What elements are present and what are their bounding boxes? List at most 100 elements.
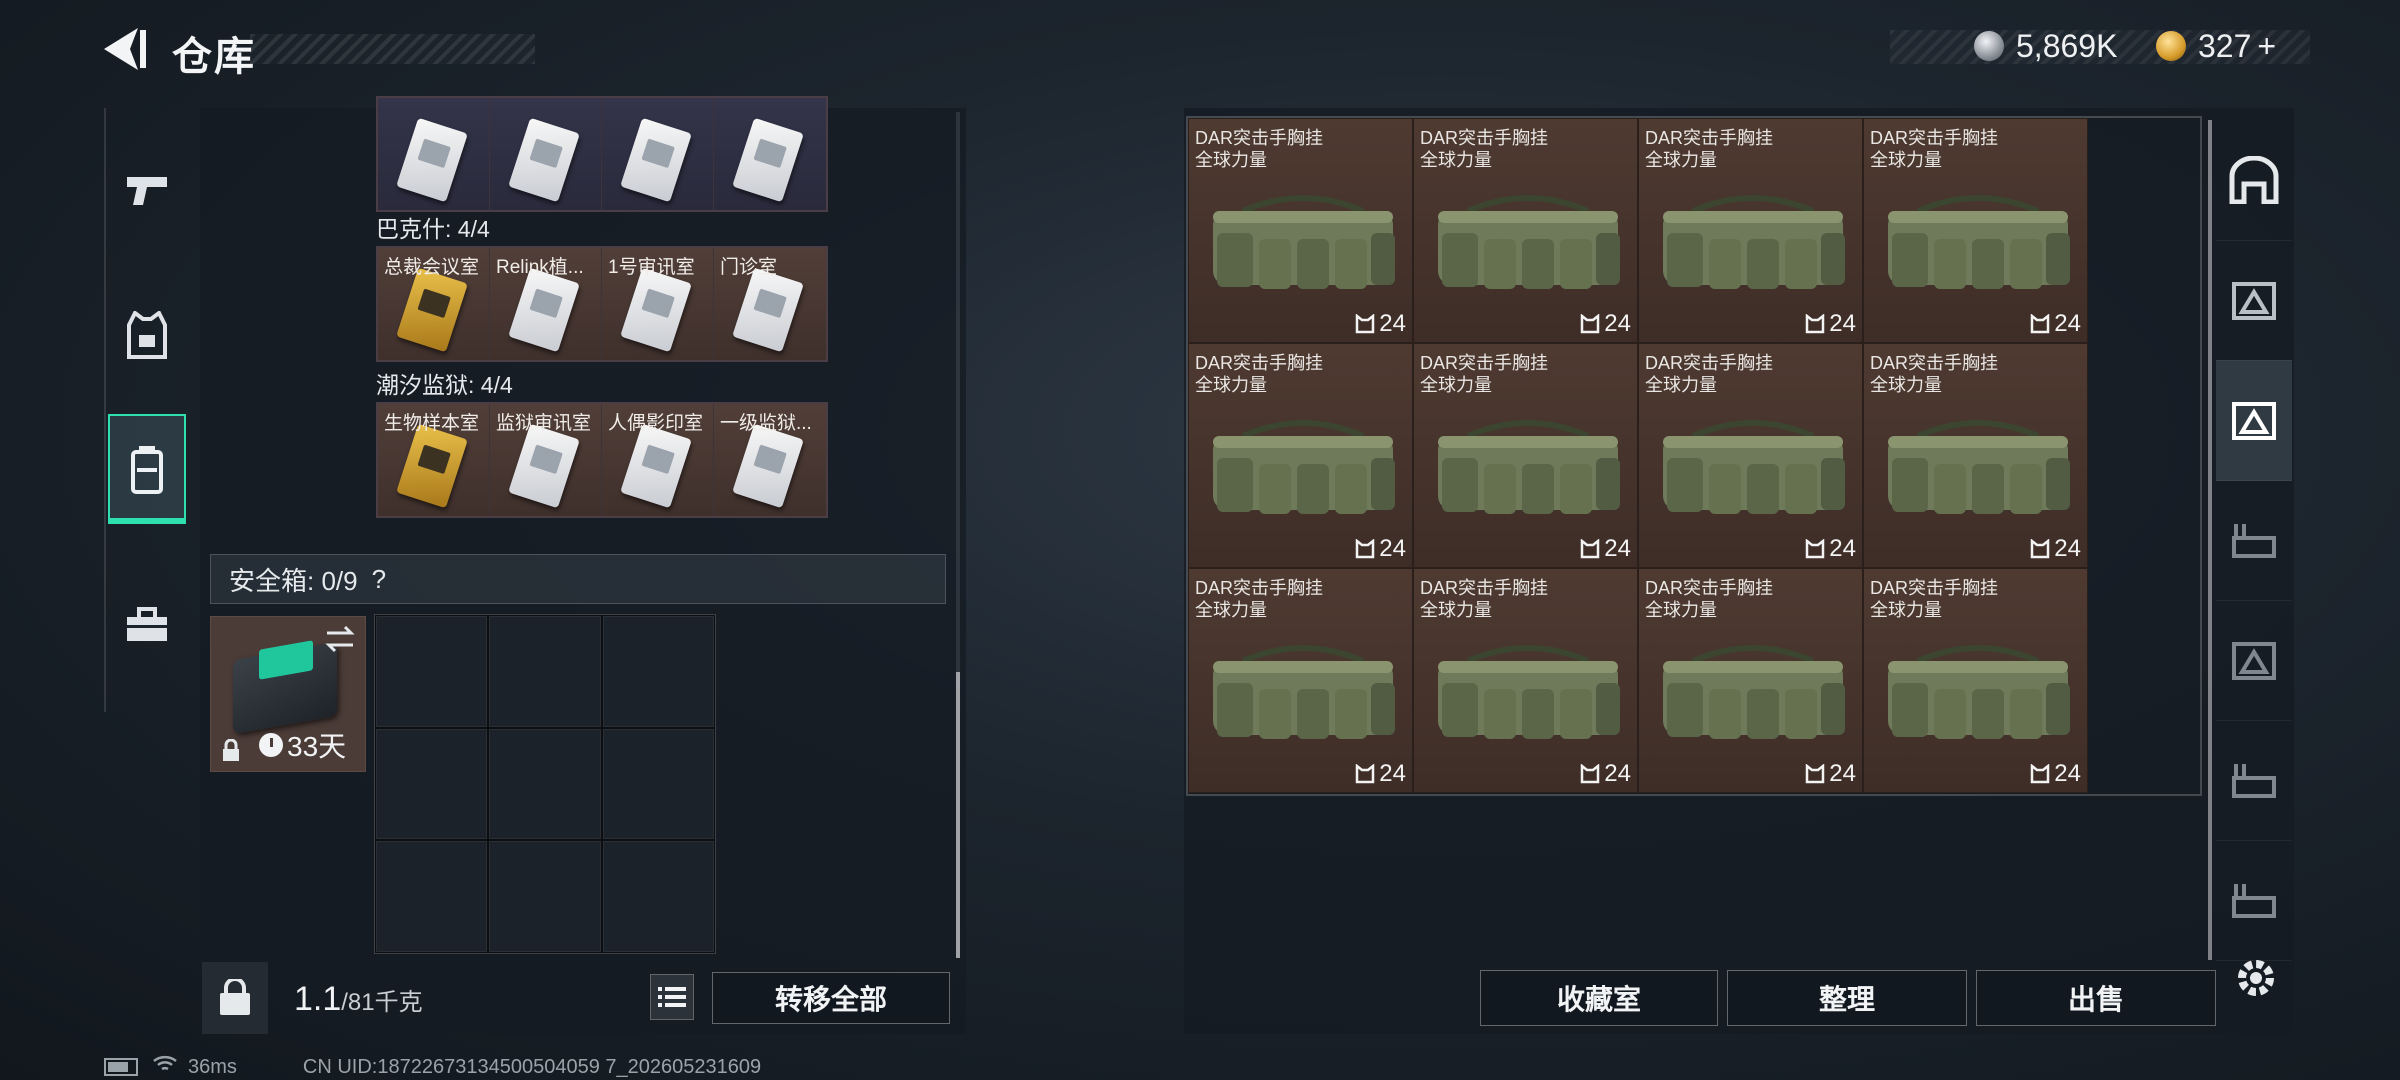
stash-item[interactable]: DAR突击手胸挂 全球力量 24 <box>1863 343 2088 568</box>
list-view-button[interactable] <box>650 974 694 1020</box>
kg-lock-icon <box>220 979 250 1015</box>
item-count: 24 <box>2054 310 2081 337</box>
key-slot[interactable]: 1号审讯室 <box>602 248 714 360</box>
side-tab-0[interactable] <box>2216 120 2292 241</box>
safe-slot[interactable] <box>601 840 715 953</box>
item-name-line2: 全球力量 <box>1645 600 1717 620</box>
item-count: 24 <box>1379 760 1406 787</box>
stash-item[interactable]: DAR突击手胸挂 全球力量 24 <box>1188 118 1413 343</box>
keycard-icon <box>396 423 468 509</box>
safe-slot[interactable] <box>488 840 602 953</box>
side-tab-5[interactable] <box>2216 720 2292 841</box>
organize-button[interactable]: 整理 <box>1727 970 1967 1026</box>
stash-item[interactable]: DAR突击手胸挂 全球力量 24 <box>1188 343 1413 568</box>
weight-lock-button[interactable] <box>202 962 268 1034</box>
safe-box-header: 安全箱: 0/9 ? <box>210 554 946 604</box>
safe-slot[interactable] <box>601 727 715 841</box>
safe-timer: 33天 <box>259 725 346 765</box>
item-count: 24 <box>1604 310 1631 337</box>
stash-item[interactable]: DAR突击手胸挂 全球力量 24 <box>1638 568 1863 793</box>
help-button[interactable]: ? <box>372 564 386 595</box>
key-row-2: 生物样本室 监狱审讯室 人偶影印室 一级监狱... <box>376 402 828 518</box>
item-name-line1: DAR突击手胸挂 <box>1645 353 1774 373</box>
stash-grid: DAR突击手胸挂 全球力量 24 DAR突击手胸挂 全球力量 24 DAR突击手胸挂 全球力量… <box>1188 118 2088 793</box>
collection-room-button[interactable]: 收藏室 <box>1480 970 1718 1026</box>
side-tab-2[interactable] <box>2216 360 2292 481</box>
sell-button[interactable]: 出售 <box>1976 970 2216 1026</box>
key-slot-label: 一级监狱... <box>720 413 812 434</box>
safe-box-item[interactable]: 33天 <box>210 616 366 772</box>
wifi-icon <box>152 1054 178 1080</box>
item-name: DAR突击手胸挂 全球力量 <box>1645 352 1773 396</box>
armor-durability-icon <box>2031 539 2050 559</box>
safe-slot[interactable] <box>601 615 715 728</box>
side-tab-3[interactable] <box>2216 480 2292 601</box>
stash-item[interactable]: DAR突击手胸挂 全球力量 24 <box>1413 568 1638 793</box>
key-slot[interactable]: 门诊室 <box>714 248 826 360</box>
item-name-line2: 全球力量 <box>1420 600 1492 620</box>
backpack-icon <box>131 446 163 494</box>
item-name-line2: 全球力量 <box>1195 600 1267 620</box>
stash-item[interactable]: DAR突击手胸挂 全球力量 24 <box>1413 343 1638 568</box>
keycard-icon <box>732 117 804 203</box>
nav-weapon[interactable] <box>108 134 186 244</box>
add-gold-button[interactable]: + <box>2257 28 2276 65</box>
silver-currency: 5,869K <box>1974 26 2117 66</box>
swap-icon[interactable] <box>323 625 357 653</box>
key-row-1: 总裁会议室 Relink植... 1号审讯室 门诊室 <box>376 246 828 362</box>
item-name: DAR突击手胸挂 全球力量 <box>1645 577 1773 621</box>
arch-icon <box>2229 156 2279 204</box>
stash-box-icon <box>2232 642 2276 680</box>
side-tab-6[interactable] <box>2216 840 2292 961</box>
key-slot[interactable] <box>378 98 490 210</box>
item-durability: 24 <box>1355 310 1406 338</box>
stash-scrollbar[interactable] <box>2208 120 2212 960</box>
key-slot[interactable]: 人偶影印室 <box>602 404 714 516</box>
safe-box-grid[interactable] <box>374 614 716 954</box>
item-name-line1: DAR突击手胸挂 <box>1195 128 1324 148</box>
safe-slot[interactable] <box>375 615 489 728</box>
page-title: 仓库 <box>172 35 256 79</box>
nav-toolbox[interactable] <box>108 570 186 680</box>
stash-item[interactable]: DAR突击手胸挂 全球力量 24 <box>1413 118 1638 343</box>
side-tab-4[interactable] <box>2216 600 2292 721</box>
item-count: 24 <box>1379 535 1406 562</box>
key-section-label: 巴克什: 4/4 <box>376 216 490 242</box>
key-slot[interactable] <box>714 98 826 210</box>
stash-item[interactable]: DAR突击手胸挂 全球力量 24 <box>1638 343 1863 568</box>
safe-box-label: 安全箱: 0/9 <box>229 565 358 596</box>
stash-item[interactable]: DAR突击手胸挂 全球力量 24 <box>1638 118 1863 343</box>
item-count: 24 <box>1829 535 1856 562</box>
stash-box-icon <box>2232 282 2276 320</box>
settings-button[interactable] <box>2228 950 2284 1006</box>
side-tab-1[interactable] <box>2216 240 2292 361</box>
safe-slot[interactable] <box>488 727 602 841</box>
key-slot[interactable] <box>490 98 602 210</box>
item-name-line2: 全球力量 <box>1645 375 1717 395</box>
stash-item[interactable]: DAR突击手胸挂 全球力量 24 <box>1188 568 1413 793</box>
key-slot[interactable]: 一级监狱... <box>714 404 826 516</box>
item-name-line2: 全球力量 <box>1870 375 1942 395</box>
key-slot-label: 门诊室 <box>720 257 778 278</box>
nav-backpack[interactable] <box>108 414 186 524</box>
key-slot[interactable]: 总裁会议室 <box>378 248 490 360</box>
key-slot[interactable]: Relink植... <box>490 248 602 360</box>
transfer-all-button[interactable]: 转移全部 <box>712 972 950 1024</box>
key-slot[interactable] <box>602 98 714 210</box>
key-slot[interactable]: 监狱审讯室 <box>490 404 602 516</box>
safe-slot[interactable] <box>488 615 602 728</box>
keycard-icon <box>620 117 692 203</box>
nav-armor[interactable] <box>108 280 186 390</box>
key-section-label: 潮汐监狱: 4/4 <box>376 372 513 398</box>
key-slot[interactable]: 生物样本室 <box>378 404 490 516</box>
keycard-icon <box>396 267 468 353</box>
armor-durability-icon <box>1806 764 1825 784</box>
safe-slot[interactable] <box>375 840 489 953</box>
stash-item[interactable]: DAR突击手胸挂 全球力量 24 <box>1863 568 2088 793</box>
back-button[interactable] <box>100 26 150 72</box>
stash-item[interactable]: DAR突击手胸挂 全球力量 24 <box>1863 118 2088 343</box>
item-name-line1: DAR突击手胸挂 <box>1870 128 1999 148</box>
gold-currency[interactable]: 327 + <box>2156 26 2276 66</box>
safe-slot[interactable] <box>375 727 489 841</box>
scrollbar-thumb[interactable] <box>956 672 960 958</box>
